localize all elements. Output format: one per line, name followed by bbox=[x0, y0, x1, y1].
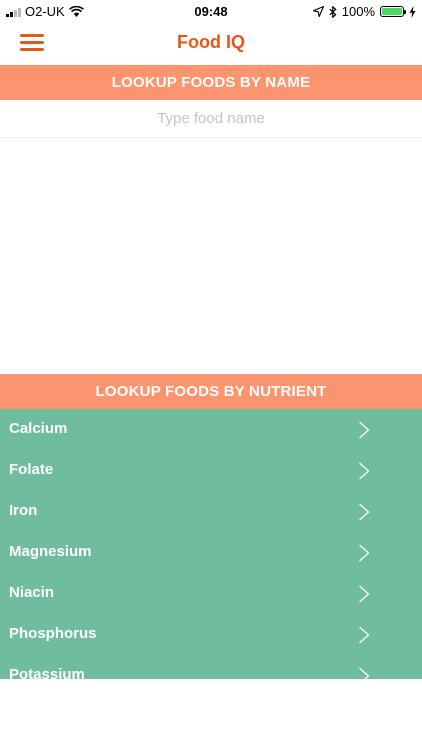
chevron-right-icon bbox=[359, 421, 370, 439]
nutrient-item-phosphorus[interactable]: Phosphorus bbox=[0, 614, 422, 655]
nutrient-list: Calcium Folate Iron Magnesium Niacin Pho… bbox=[0, 409, 422, 679]
page-title: Food IQ bbox=[177, 32, 245, 52]
status-right: 100% bbox=[312, 4, 416, 19]
nutrient-item-label: Magnesium bbox=[9, 543, 92, 560]
search-field-container bbox=[0, 100, 422, 138]
nutrient-item-label: Folate bbox=[9, 461, 54, 478]
chevron-right-icon bbox=[359, 544, 370, 562]
food-name-search-input[interactable] bbox=[0, 100, 422, 137]
nutrient-item-label: Calcium bbox=[9, 420, 68, 437]
nutrient-item-magnesium[interactable]: Magnesium bbox=[0, 532, 422, 573]
nutrient-section-header: LOOKUP FOODS BY NUTRIENT bbox=[0, 374, 422, 409]
nutrient-item-label: Iron bbox=[9, 502, 38, 519]
chevron-right-icon bbox=[359, 503, 370, 521]
app-screen: O2-UK 09:48 100% Food IQ LOOKUP FOODS BY… bbox=[0, 0, 422, 750]
nutrient-item-iron[interactable]: Iron bbox=[0, 491, 422, 532]
battery-percent: 100% bbox=[341, 4, 375, 19]
nutrient-item-label: Potassium bbox=[9, 666, 85, 679]
battery-icon bbox=[380, 6, 406, 17]
name-section-header: LOOKUP FOODS BY NAME bbox=[0, 65, 422, 100]
battery-fill bbox=[382, 8, 402, 15]
nutrient-item-label: Niacin bbox=[9, 584, 55, 601]
nav-bar: Food IQ bbox=[0, 22, 422, 65]
nutrient-item-label: Phosphorus bbox=[9, 625, 97, 642]
nutrient-item-folate[interactable]: Folate bbox=[0, 450, 422, 491]
nutrient-item-calcium[interactable]: Calcium bbox=[0, 409, 422, 450]
chevron-right-icon bbox=[359, 585, 370, 603]
lightning-icon bbox=[409, 5, 416, 18]
status-bar: O2-UK 09:48 100% bbox=[0, 0, 422, 22]
nutrient-item-niacin[interactable]: Niacin bbox=[0, 573, 422, 614]
chevron-right-icon bbox=[359, 667, 370, 679]
bluetooth-icon bbox=[329, 5, 337, 18]
chevron-right-icon bbox=[359, 462, 370, 480]
chevron-right-icon bbox=[359, 626, 370, 644]
nutrient-item-potassium[interactable]: Potassium bbox=[0, 655, 422, 679]
location-arrow-icon bbox=[312, 6, 324, 17]
